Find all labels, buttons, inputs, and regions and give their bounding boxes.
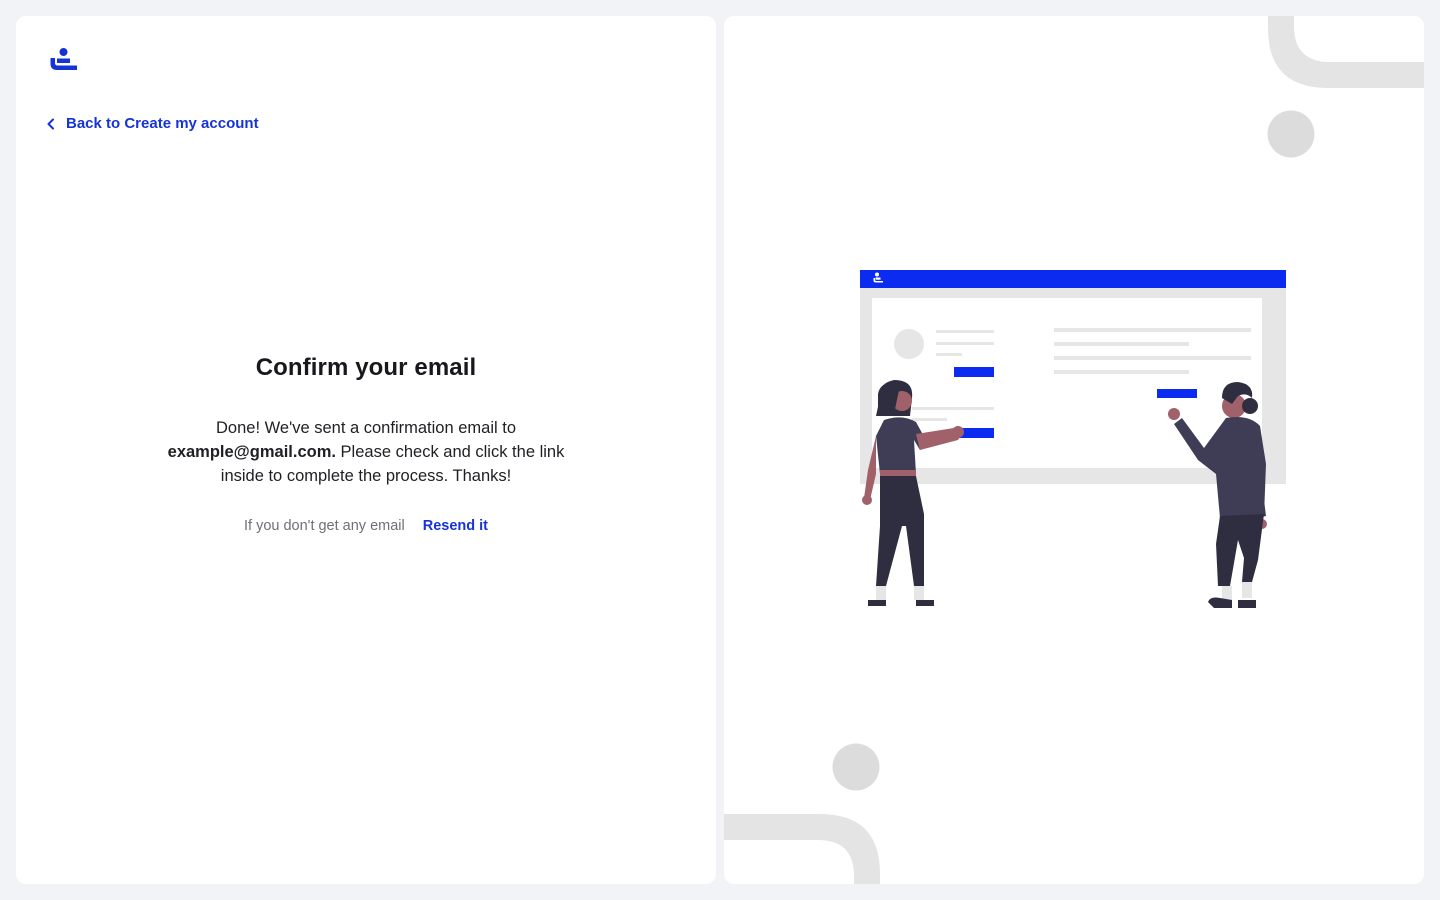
- resend-hint: If you don't get any email: [243, 518, 405, 534]
- top-right-circle-shape: [1267, 110, 1315, 158]
- email-address: example@gmail.com.: [167, 443, 336, 461]
- brand-logo-icon: [50, 48, 77, 70]
- confirm-email-section: Confirm your email Done! We've sent a co…: [16, 354, 716, 534]
- back-link-label[interactable]: Back to Create my account: [66, 115, 259, 132]
- page-title: Confirm your email: [255, 354, 477, 381]
- resend-button[interactable]: Resend it: [423, 518, 488, 534]
- people-at-board-illustration: [860, 270, 1286, 608]
- back-to-create-account-link[interactable]: Back to Create my account: [46, 115, 259, 132]
- chevron-left-icon: [47, 118, 54, 129]
- illustration-panel: [724, 16, 1424, 884]
- top-right-arc-shape: [1268, 16, 1424, 88]
- bottom-left-arc-shape: [724, 814, 880, 884]
- resend-row: If you don't get any email Resend it: [16, 518, 716, 534]
- confirmation-message: Done! We've sent a confirmation email to…: [156, 416, 576, 488]
- message-intro: Done! We've sent a confirmation email to: [216, 419, 516, 437]
- bottom-left-circle-shape: [832, 743, 880, 791]
- signup-panel: Back to Create my account Confirm your e…: [16, 16, 716, 884]
